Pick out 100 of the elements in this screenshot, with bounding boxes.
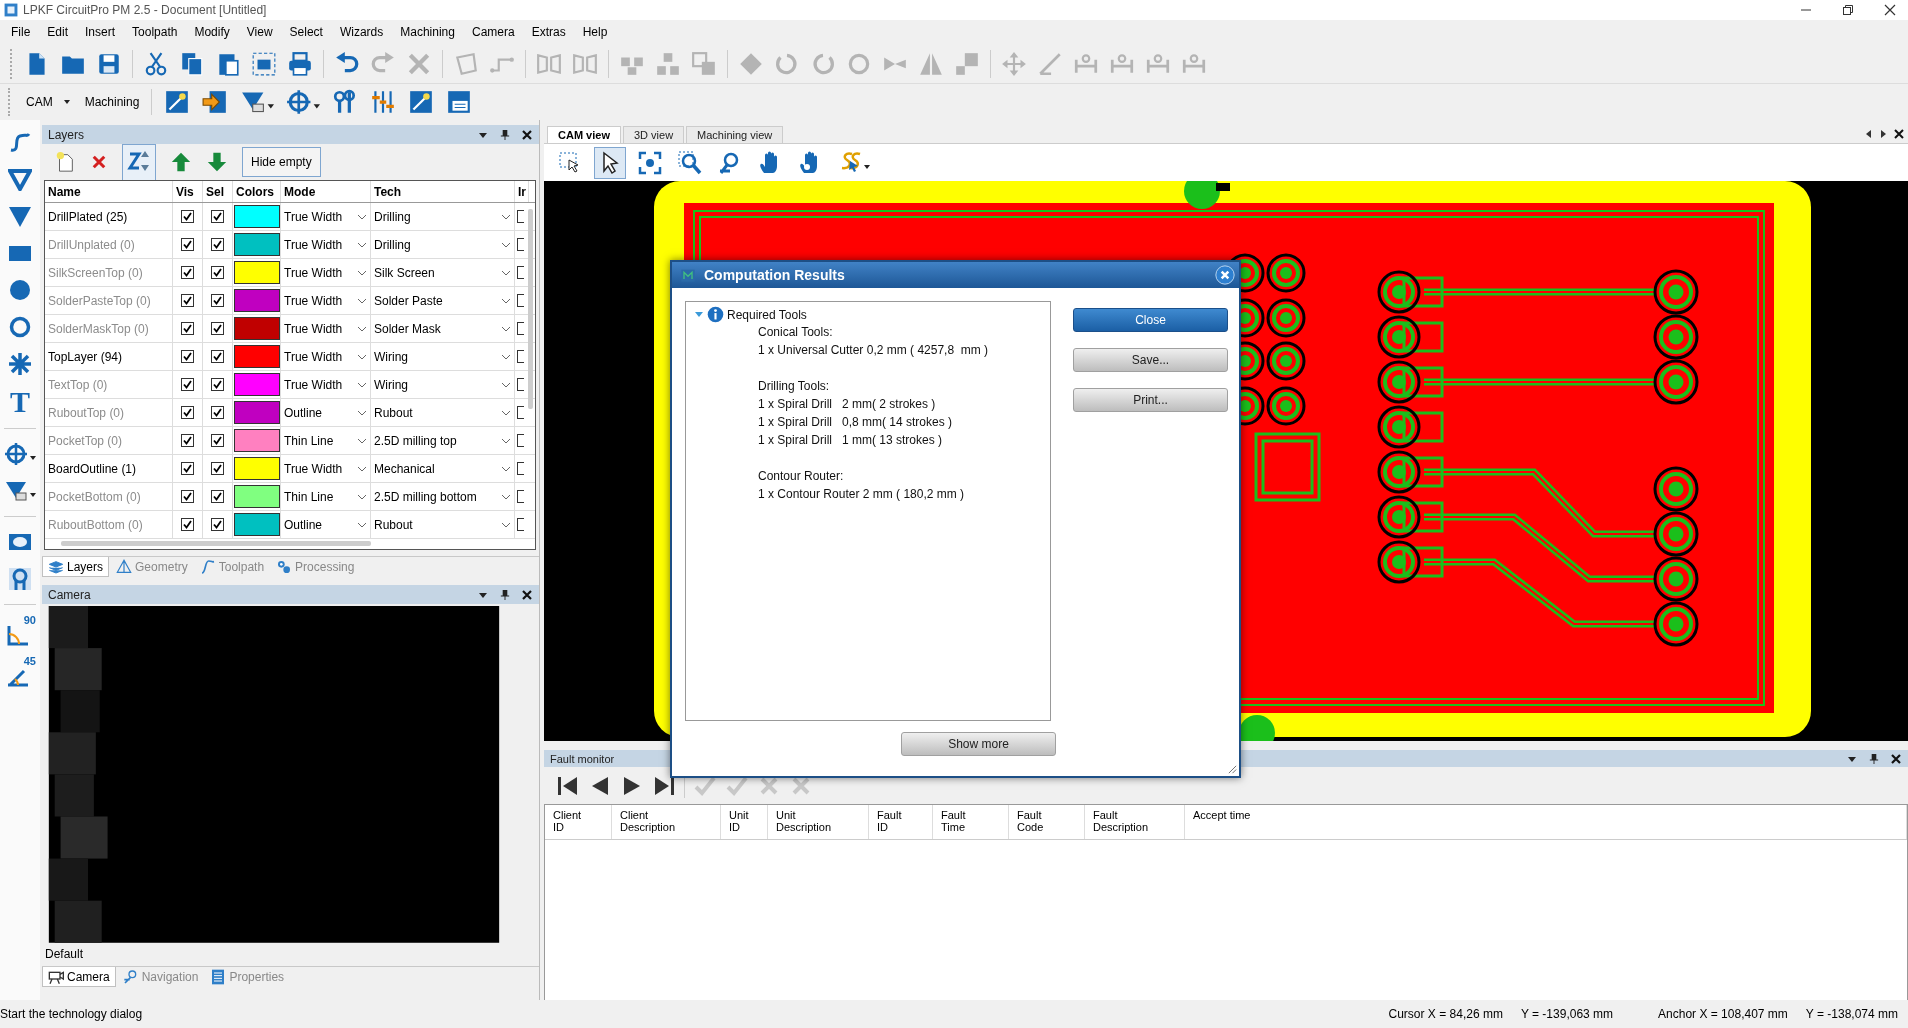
color-swatch[interactable] (233, 289, 280, 312)
sort-button[interactable] (122, 143, 156, 181)
show-more-button[interactable]: Show more (901, 732, 1056, 756)
scrollbar[interactable] (528, 209, 533, 409)
menu-item[interactable]: Machining (392, 22, 464, 42)
checkbox[interactable] (181, 406, 194, 419)
print-preview-icon[interactable] (251, 50, 277, 77)
tech-dropdown[interactable]: Drilling (371, 203, 515, 230)
checkbox[interactable] (517, 434, 524, 447)
column-header[interactable]: Sel (203, 181, 233, 202)
close-icon[interactable] (521, 588, 533, 601)
insulate-icon[interactable] (370, 88, 397, 115)
menu-item[interactable]: Extras (523, 22, 575, 42)
checkbox[interactable] (181, 210, 194, 223)
menu-item[interactable]: Help (574, 22, 617, 42)
color-swatch[interactable] (233, 261, 280, 284)
tech-dropdown[interactable]: 2.5D milling bottom (371, 483, 515, 510)
arrow-down-icon[interactable] (206, 151, 228, 173)
wizard-icon[interactable] (164, 88, 191, 115)
checkbox[interactable] (181, 434, 194, 447)
checkbox[interactable] (181, 266, 194, 279)
checkbox[interactable] (211, 406, 224, 419)
report-icon[interactable] (446, 88, 473, 115)
triangle-outline-icon[interactable] (8, 167, 32, 191)
mode-dropdown[interactable]: True Width (281, 287, 371, 314)
copy-icon[interactable] (179, 50, 205, 77)
tech-dropdown[interactable]: 2.5D milling top (371, 427, 515, 454)
checkbox[interactable] (517, 406, 524, 419)
column-header[interactable]: Name (45, 181, 173, 202)
checkbox[interactable] (211, 266, 224, 279)
angle-tool[interactable]: 45 (6, 659, 34, 687)
checkbox[interactable] (181, 378, 194, 391)
column-header[interactable]: Client Description (620, 809, 675, 833)
menu-item[interactable]: Edit (39, 22, 78, 42)
column-header[interactable]: Fault Time (941, 809, 966, 833)
column-header[interactable]: Client ID (553, 809, 582, 833)
crosshair-icon[interactable] (4, 442, 36, 466)
angle-tool[interactable]: 90 (6, 618, 34, 646)
mode-dropdown[interactable]: True Width (281, 203, 371, 230)
column-header[interactable]: Accept time (1193, 809, 1906, 821)
mode-dropdown[interactable]: True Width (281, 231, 371, 258)
tree-item[interactable]: Required Tools (727, 307, 807, 322)
printer-icon[interactable] (287, 50, 313, 77)
checkbox[interactable] (211, 350, 224, 363)
mode-dropdown[interactable]: True Width (281, 455, 371, 482)
tech-dropdown[interactable]: Wiring (371, 343, 515, 370)
checkbox[interactable] (517, 490, 524, 503)
dialog-button[interactable]: Print... (1073, 388, 1228, 412)
checkbox[interactable] (211, 210, 224, 223)
checkbox[interactable] (517, 518, 524, 531)
new-layer-icon[interactable] (54, 151, 76, 173)
tech-dropdown[interactable]: Solder Mask (371, 315, 515, 342)
hide-empty-button[interactable]: Hide empty (242, 147, 321, 177)
color-swatch[interactable] (233, 429, 280, 452)
checkbox[interactable] (181, 238, 194, 251)
close-icon[interactable] (1884, 4, 1896, 16)
color-swatch[interactable] (233, 233, 280, 256)
column-header[interactable]: Colors (233, 181, 281, 202)
mode-dropdown[interactable]: True Width (281, 343, 371, 370)
tech-dropdown[interactable]: Solder Paste (371, 287, 515, 314)
tech-dropdown[interactable]: Rubout (371, 511, 515, 538)
checkbox[interactable] (517, 322, 524, 335)
view-tab[interactable]: 3D view (622, 126, 685, 143)
arrow-up-icon[interactable] (170, 151, 192, 173)
checkbox[interactable] (211, 518, 224, 531)
checkbox[interactable] (181, 294, 194, 307)
menu-item[interactable]: Wizards (331, 22, 393, 42)
color-swatch[interactable] (233, 205, 280, 228)
color-swatch[interactable] (233, 513, 280, 536)
checkbox[interactable] (181, 518, 194, 531)
dialog-button[interactable]: Save... (1073, 348, 1228, 372)
tech-dropdown[interactable]: Silk Screen (371, 259, 515, 286)
column-header[interactable]: Tech (371, 181, 515, 202)
mode-dropdown[interactable]: True Width (281, 371, 371, 398)
menu-item[interactable]: Toolpath (124, 22, 187, 42)
cut-icon[interactable] (143, 50, 169, 77)
triangle-icon[interactable] (8, 204, 32, 228)
mode-dropdown[interactable]: Outline (281, 511, 371, 538)
checkbox[interactable] (181, 322, 194, 335)
close-icon[interactable] (1890, 752, 1902, 765)
column-header[interactable]: Fault Code (1017, 809, 1044, 833)
checkbox[interactable] (517, 350, 524, 363)
import-icon[interactable] (202, 88, 229, 115)
checkbox[interactable] (517, 294, 524, 307)
checkbox[interactable] (181, 350, 194, 363)
color-swatch[interactable] (233, 457, 280, 480)
pointer-tool-button[interactable] (594, 146, 626, 179)
tech-dropdown[interactable]: Mechanical (371, 455, 515, 482)
dialog-button[interactable]: Close (1073, 308, 1228, 332)
checkbox[interactable] (211, 462, 224, 475)
text-tool[interactable]: T (10, 389, 30, 415)
column-header[interactable]: Vis (173, 181, 203, 202)
menu-item[interactable]: View (238, 22, 282, 42)
mode-dropdown[interactable]: True Width (281, 259, 371, 286)
mode-dropdown[interactable]: Outline (281, 399, 371, 426)
spline-icon[interactable] (8, 130, 32, 154)
column-header[interactable]: Unit ID (729, 809, 749, 833)
tech-dropdown[interactable]: Rubout (371, 399, 515, 426)
circle-icon[interactable] (8, 278, 32, 302)
column-header[interactable]: Ir (515, 181, 529, 202)
